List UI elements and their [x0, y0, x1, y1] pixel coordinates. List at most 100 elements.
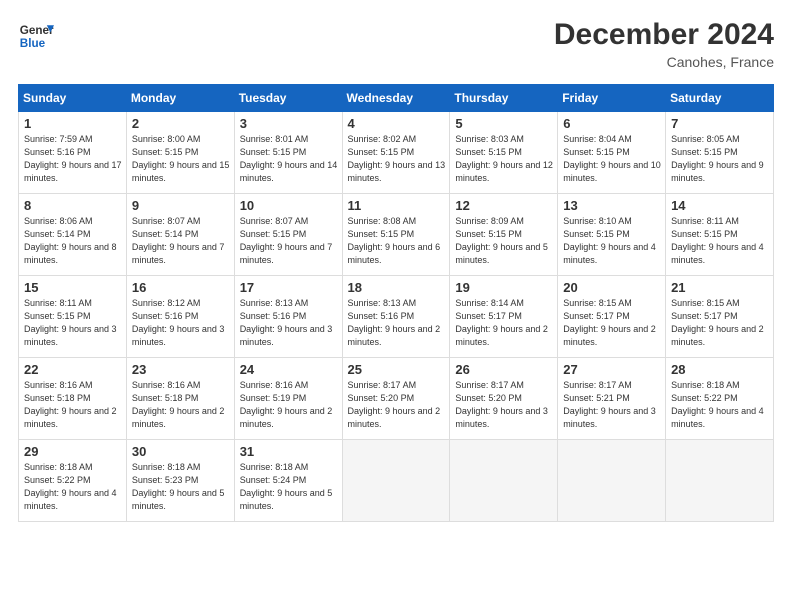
- day-number: 14: [671, 198, 769, 213]
- day-number: 27: [563, 362, 661, 377]
- calendar-cell: 6 Sunrise: 8:04 AMSunset: 5:15 PMDaylight…: [558, 112, 666, 194]
- day-number: 15: [24, 280, 122, 295]
- calendar-cell: 3Sunrise: 8:01 AMSunset: 5:15 PMDaylight…: [234, 112, 342, 194]
- calendar-cell: 5Sunrise: 8:03 AMSunset: 5:15 PMDaylight…: [450, 112, 558, 194]
- day-header-monday: Monday: [126, 85, 234, 112]
- calendar-cell: 24Sunrise: 8:16 AMSunset: 5:19 PMDayligh…: [234, 358, 342, 440]
- calendar-cell: 22 Sunrise: 8:16 AMSunset: 5:18 PMDayligh…: [19, 358, 127, 440]
- day-number: 6: [563, 116, 661, 131]
- logo-icon: General Blue: [18, 18, 54, 54]
- calendar-cell: 29 Sunrise: 8:18 AMSunset: 5:22 PMDayligh…: [19, 440, 127, 522]
- day-number: 19: [455, 280, 553, 295]
- day-info: Sunrise: 8:17 AMSunset: 5:20 PMDaylight:…: [455, 379, 553, 431]
- calendar-cell: 18 Sunrise: 8:13 AMSunset: 5:16 PMDayligh…: [342, 276, 450, 358]
- day-number: 8: [24, 198, 122, 213]
- calendar-week-1: 1 Sunrise: 7:59 AMSunset: 5:16 PMDaylight…: [19, 112, 774, 194]
- day-number: 13: [563, 198, 661, 213]
- day-number: 23: [132, 362, 230, 377]
- calendar-table: SundayMondayTuesdayWednesdayThursdayFrid…: [18, 84, 774, 522]
- day-number: 3: [240, 116, 338, 131]
- calendar-cell: 27 Sunrise: 8:17 AMSunset: 5:21 PMDayligh…: [558, 358, 666, 440]
- calendar-cell: 2Sunrise: 8:00 AMSunset: 5:15 PMDaylight…: [126, 112, 234, 194]
- calendar-cell: 23 Sunrise: 8:16 AMSunset: 5:18 PMDayligh…: [126, 358, 234, 440]
- day-number: 5: [455, 116, 553, 131]
- calendar-cell: 28Sunrise: 8:18 AMSunset: 5:22 PMDayligh…: [666, 358, 774, 440]
- day-info: Sunrise: 8:18 AMSunset: 5:22 PMDaylight:…: [671, 379, 769, 431]
- day-header-tuesday: Tuesday: [234, 85, 342, 112]
- calendar-cell: [558, 440, 666, 522]
- day-info: Sunrise: 8:18 AMSunset: 5:24 PMDaylight:…: [240, 461, 338, 513]
- calendar-cell: 26 Sunrise: 8:17 AMSunset: 5:20 PMDayligh…: [450, 358, 558, 440]
- main-container: General Blue December 2024 Canohes, Fran…: [0, 0, 792, 532]
- logo: General Blue: [18, 18, 54, 54]
- day-info: Sunrise: 8:12 AMSunset: 5:16 PMDaylight:…: [132, 297, 230, 349]
- title-section: December 2024 Canohes, France: [554, 18, 774, 70]
- day-info: Sunrise: 8:14 AMSunset: 5:17 PMDaylight:…: [455, 297, 553, 349]
- calendar-week-4: 22 Sunrise: 8:16 AMSunset: 5:18 PMDayligh…: [19, 358, 774, 440]
- day-info: Sunrise: 8:18 AMSunset: 5:22 PMDaylight:…: [24, 461, 122, 513]
- calendar-cell: 13 Sunrise: 8:10 AMSunset: 5:15 PMDayligh…: [558, 194, 666, 276]
- day-number: 4: [348, 116, 446, 131]
- calendar-cell: [342, 440, 450, 522]
- calendar-cell: 15 Sunrise: 8:11 AMSunset: 5:15 PMDayligh…: [19, 276, 127, 358]
- day-info: Sunrise: 8:13 AMSunset: 5:16 PMDaylight:…: [240, 297, 338, 349]
- day-number: 22: [24, 362, 122, 377]
- calendar-body: 1 Sunrise: 7:59 AMSunset: 5:16 PMDaylight…: [19, 112, 774, 522]
- day-number: 10: [240, 198, 338, 213]
- day-header-wednesday: Wednesday: [342, 85, 450, 112]
- day-number: 25: [348, 362, 446, 377]
- month-title: December 2024: [554, 18, 774, 52]
- calendar-week-2: 8 Sunrise: 8:06 AMSunset: 5:14 PMDaylight…: [19, 194, 774, 276]
- calendar-cell: 17Sunrise: 8:13 AMSunset: 5:16 PMDayligh…: [234, 276, 342, 358]
- calendar-cell: 10 Sunrise: 8:07 AMSunset: 5:15 PMDayligh…: [234, 194, 342, 276]
- day-info: Sunrise: 8:07 AMSunset: 5:15 PMDaylight:…: [240, 215, 338, 267]
- calendar-cell: 16 Sunrise: 8:12 AMSunset: 5:16 PMDayligh…: [126, 276, 234, 358]
- calendar-cell: 12 Sunrise: 8:09 AMSunset: 5:15 PMDayligh…: [450, 194, 558, 276]
- day-info: Sunrise: 8:16 AMSunset: 5:18 PMDaylight:…: [24, 379, 122, 431]
- day-info: Sunrise: 8:05 AMSunset: 5:15 PMDaylight:…: [671, 133, 769, 185]
- day-info: Sunrise: 8:10 AMSunset: 5:15 PMDaylight:…: [563, 215, 661, 267]
- day-info: Sunrise: 8:07 AMSunset: 5:14 PMDaylight:…: [132, 215, 230, 267]
- day-number: 18: [348, 280, 446, 295]
- day-number: 21: [671, 280, 769, 295]
- day-info: Sunrise: 8:17 AMSunset: 5:20 PMDaylight:…: [348, 379, 446, 431]
- day-number: 12: [455, 198, 553, 213]
- day-info: Sunrise: 8:09 AMSunset: 5:15 PMDaylight:…: [455, 215, 553, 267]
- day-info: Sunrise: 8:15 AMSunset: 5:17 PMDaylight:…: [671, 297, 769, 349]
- day-number: 11: [348, 198, 446, 213]
- calendar-cell: 25 Sunrise: 8:17 AMSunset: 5:20 PMDayligh…: [342, 358, 450, 440]
- calendar-cell: 9 Sunrise: 8:07 AMSunset: 5:14 PMDaylight…: [126, 194, 234, 276]
- day-number: 7: [671, 116, 769, 131]
- calendar-cell: 21 Sunrise: 8:15 AMSunset: 5:17 PMDayligh…: [666, 276, 774, 358]
- day-header-friday: Friday: [558, 85, 666, 112]
- header: General Blue December 2024 Canohes, Fran…: [18, 18, 774, 70]
- day-info: Sunrise: 8:08 AMSunset: 5:15 PMDaylight:…: [348, 215, 446, 267]
- day-number: 9: [132, 198, 230, 213]
- day-info: Sunrise: 8:13 AMSunset: 5:16 PMDaylight:…: [348, 297, 446, 349]
- day-info: Sunrise: 7:59 AMSunset: 5:16 PMDaylight:…: [24, 133, 122, 185]
- day-number: 30: [132, 444, 230, 459]
- day-number: 1: [24, 116, 122, 131]
- day-number: 26: [455, 362, 553, 377]
- calendar-cell: 19 Sunrise: 8:14 AMSunset: 5:17 PMDayligh…: [450, 276, 558, 358]
- day-info: Sunrise: 8:16 AMSunset: 5:18 PMDaylight:…: [132, 379, 230, 431]
- calendar-cell: 8 Sunrise: 8:06 AMSunset: 5:14 PMDaylight…: [19, 194, 127, 276]
- day-header-saturday: Saturday: [666, 85, 774, 112]
- location: Canohes, France: [554, 54, 774, 70]
- calendar-cell: 7 Sunrise: 8:05 AMSunset: 5:15 PMDaylight…: [666, 112, 774, 194]
- calendar-cell: 30Sunrise: 8:18 AMSunset: 5:23 PMDayligh…: [126, 440, 234, 522]
- day-number: 24: [240, 362, 338, 377]
- day-number: 20: [563, 280, 661, 295]
- day-info: Sunrise: 8:11 AMSunset: 5:15 PMDaylight:…: [671, 215, 769, 267]
- day-number: 16: [132, 280, 230, 295]
- day-number: 29: [24, 444, 122, 459]
- day-info: Sunrise: 8:17 AMSunset: 5:21 PMDaylight:…: [563, 379, 661, 431]
- calendar-cell: 20 Sunrise: 8:15 AMSunset: 5:17 PMDayligh…: [558, 276, 666, 358]
- day-info: Sunrise: 8:04 AMSunset: 5:15 PMDaylight:…: [563, 133, 661, 185]
- calendar-week-5: 29 Sunrise: 8:18 AMSunset: 5:22 PMDayligh…: [19, 440, 774, 522]
- calendar-cell: [666, 440, 774, 522]
- day-info: Sunrise: 8:06 AMSunset: 5:14 PMDaylight:…: [24, 215, 122, 267]
- day-info: Sunrise: 8:15 AMSunset: 5:17 PMDaylight:…: [563, 297, 661, 349]
- calendar-cell: 1 Sunrise: 7:59 AMSunset: 5:16 PMDaylight…: [19, 112, 127, 194]
- day-info: Sunrise: 8:11 AMSunset: 5:15 PMDaylight:…: [24, 297, 122, 349]
